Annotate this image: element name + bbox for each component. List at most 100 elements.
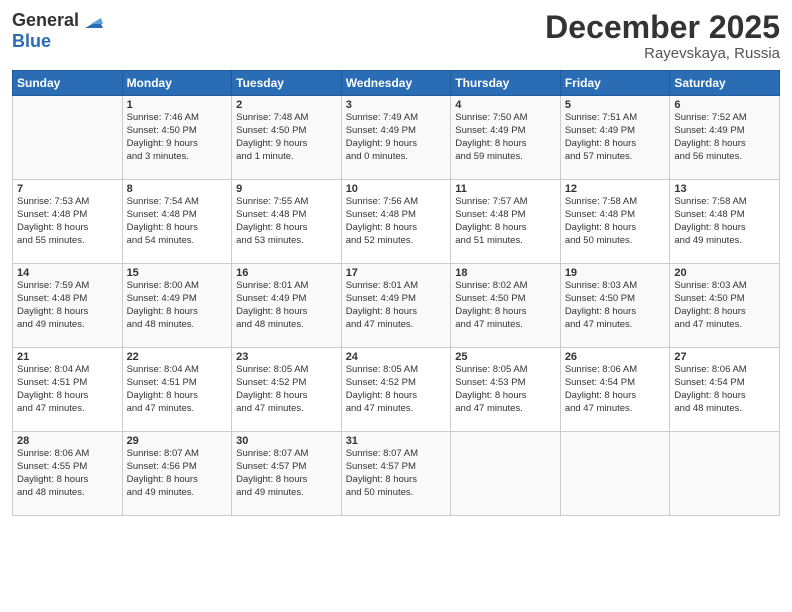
cell-line: and 51 minutes. bbox=[455, 235, 556, 248]
day-number: 10 bbox=[346, 183, 447, 195]
cell-line: Daylight: 8 hours bbox=[565, 138, 666, 151]
cell-line: Sunrise: 8:06 AM bbox=[17, 448, 118, 461]
cell-line: Sunrise: 8:07 AM bbox=[236, 448, 337, 461]
cell-line: and 47 minutes. bbox=[236, 403, 337, 416]
location: Rayevskaya, Russia bbox=[545, 45, 780, 62]
cell-line: Sunset: 4:50 PM bbox=[565, 293, 666, 306]
cell-line: Sunset: 4:48 PM bbox=[455, 209, 556, 222]
cell-line: Sunrise: 7:57 AM bbox=[455, 196, 556, 209]
cell-line: Sunrise: 7:51 AM bbox=[565, 112, 666, 125]
cell-line: Sunrise: 8:04 AM bbox=[127, 364, 228, 377]
calendar-cell: 14Sunrise: 7:59 AMSunset: 4:48 PMDayligh… bbox=[13, 264, 123, 348]
calendar-week-2: 7Sunrise: 7:53 AMSunset: 4:48 PMDaylight… bbox=[13, 180, 780, 264]
cell-line: Sunset: 4:50 PM bbox=[127, 125, 228, 138]
cell-content: Sunrise: 7:48 AMSunset: 4:50 PMDaylight:… bbox=[236, 112, 337, 163]
day-number: 27 bbox=[674, 351, 775, 363]
logo: General Blue bbox=[12, 10, 103, 52]
logo-blue-text: Blue bbox=[12, 32, 103, 52]
cell-line: Daylight: 8 hours bbox=[455, 306, 556, 319]
cell-line: Sunrise: 7:53 AM bbox=[17, 196, 118, 209]
cell-line: Sunset: 4:49 PM bbox=[674, 125, 775, 138]
cell-line: Sunrise: 7:52 AM bbox=[674, 112, 775, 125]
cell-line: Sunset: 4:48 PM bbox=[127, 209, 228, 222]
cell-line: and 49 minutes. bbox=[17, 319, 118, 332]
cell-line: Sunset: 4:50 PM bbox=[236, 125, 337, 138]
cell-line: Daylight: 8 hours bbox=[236, 390, 337, 403]
logo-icon bbox=[81, 10, 103, 32]
day-number: 23 bbox=[236, 351, 337, 363]
cell-content: Sunrise: 8:07 AMSunset: 4:57 PMDaylight:… bbox=[236, 448, 337, 499]
cell-line: Sunset: 4:50 PM bbox=[455, 293, 556, 306]
cell-content: Sunrise: 7:49 AMSunset: 4:49 PMDaylight:… bbox=[346, 112, 447, 163]
cell-line: Sunset: 4:49 PM bbox=[346, 293, 447, 306]
cell-line: Sunrise: 7:59 AM bbox=[17, 280, 118, 293]
cell-line: Sunrise: 8:03 AM bbox=[565, 280, 666, 293]
calendar-cell: 10Sunrise: 7:56 AMSunset: 4:48 PMDayligh… bbox=[341, 180, 451, 264]
cell-line: Sunrise: 7:54 AM bbox=[127, 196, 228, 209]
cell-line: and 49 minutes. bbox=[674, 235, 775, 248]
cell-line: and 52 minutes. bbox=[346, 235, 447, 248]
cell-line: Daylight: 8 hours bbox=[236, 474, 337, 487]
calendar-cell: 12Sunrise: 7:58 AMSunset: 4:48 PMDayligh… bbox=[560, 180, 670, 264]
cell-content: Sunrise: 8:05 AMSunset: 4:52 PMDaylight:… bbox=[346, 364, 447, 415]
cell-content: Sunrise: 8:05 AMSunset: 4:53 PMDaylight:… bbox=[455, 364, 556, 415]
cell-line: Sunset: 4:54 PM bbox=[565, 377, 666, 390]
calendar-cell: 5Sunrise: 7:51 AMSunset: 4:49 PMDaylight… bbox=[560, 96, 670, 180]
cell-content: Sunrise: 8:05 AMSunset: 4:52 PMDaylight:… bbox=[236, 364, 337, 415]
calendar-cell: 9Sunrise: 7:55 AMSunset: 4:48 PMDaylight… bbox=[232, 180, 342, 264]
cell-line: Daylight: 8 hours bbox=[674, 306, 775, 319]
calendar-cell: 30Sunrise: 8:07 AMSunset: 4:57 PMDayligh… bbox=[232, 432, 342, 516]
cell-line: and 59 minutes. bbox=[455, 151, 556, 164]
calendar-cell: 13Sunrise: 7:58 AMSunset: 4:48 PMDayligh… bbox=[670, 180, 780, 264]
day-number: 7 bbox=[17, 183, 118, 195]
day-number: 21 bbox=[17, 351, 118, 363]
cell-line: and 47 minutes. bbox=[565, 403, 666, 416]
cell-line: Sunset: 4:49 PM bbox=[346, 125, 447, 138]
cell-line: and 47 minutes. bbox=[127, 403, 228, 416]
cell-line: Sunrise: 7:55 AM bbox=[236, 196, 337, 209]
calendar-cell: 26Sunrise: 8:06 AMSunset: 4:54 PMDayligh… bbox=[560, 348, 670, 432]
cell-line: Daylight: 8 hours bbox=[17, 306, 118, 319]
cell-line: Sunset: 4:56 PM bbox=[127, 461, 228, 474]
cell-line: and 50 minutes. bbox=[346, 487, 447, 500]
calendar-cell bbox=[13, 96, 123, 180]
calendar-cell: 7Sunrise: 7:53 AMSunset: 4:48 PMDaylight… bbox=[13, 180, 123, 264]
calendar-cell: 27Sunrise: 8:06 AMSunset: 4:54 PMDayligh… bbox=[670, 348, 780, 432]
cell-content: Sunrise: 8:06 AMSunset: 4:55 PMDaylight:… bbox=[17, 448, 118, 499]
day-number: 18 bbox=[455, 267, 556, 279]
cell-line: Daylight: 8 hours bbox=[346, 390, 447, 403]
cell-line: Sunset: 4:49 PM bbox=[565, 125, 666, 138]
cell-line: Sunset: 4:49 PM bbox=[236, 293, 337, 306]
cell-line: and 47 minutes. bbox=[455, 319, 556, 332]
page-container: General Blue December 2025 Rayevskaya, R… bbox=[0, 0, 792, 524]
cell-line: Daylight: 8 hours bbox=[17, 222, 118, 235]
weekday-header-tuesday: Tuesday bbox=[232, 71, 342, 96]
cell-line: and 1 minute. bbox=[236, 151, 337, 164]
calendar-table: SundayMondayTuesdayWednesdayThursdayFrid… bbox=[12, 70, 780, 516]
cell-line: Daylight: 8 hours bbox=[674, 138, 775, 151]
cell-line: and 50 minutes. bbox=[565, 235, 666, 248]
cell-line: and 48 minutes. bbox=[127, 319, 228, 332]
cell-line: Sunset: 4:51 PM bbox=[127, 377, 228, 390]
calendar-cell: 21Sunrise: 8:04 AMSunset: 4:51 PMDayligh… bbox=[13, 348, 123, 432]
cell-line: Sunrise: 8:07 AM bbox=[127, 448, 228, 461]
cell-line: Daylight: 8 hours bbox=[455, 138, 556, 151]
cell-line: and 57 minutes. bbox=[565, 151, 666, 164]
calendar-week-3: 14Sunrise: 7:59 AMSunset: 4:48 PMDayligh… bbox=[13, 264, 780, 348]
cell-line: and 53 minutes. bbox=[236, 235, 337, 248]
calendar-cell: 28Sunrise: 8:06 AMSunset: 4:55 PMDayligh… bbox=[13, 432, 123, 516]
cell-content: Sunrise: 7:53 AMSunset: 4:48 PMDaylight:… bbox=[17, 196, 118, 247]
day-number: 14 bbox=[17, 267, 118, 279]
weekday-header-row: SundayMondayTuesdayWednesdayThursdayFrid… bbox=[13, 71, 780, 96]
cell-line: Daylight: 8 hours bbox=[565, 390, 666, 403]
day-number: 6 bbox=[674, 99, 775, 111]
day-number: 20 bbox=[674, 267, 775, 279]
day-number: 3 bbox=[346, 99, 447, 111]
cell-line: Daylight: 8 hours bbox=[17, 390, 118, 403]
calendar-cell: 3Sunrise: 7:49 AMSunset: 4:49 PMDaylight… bbox=[341, 96, 451, 180]
cell-line: Sunrise: 8:01 AM bbox=[346, 280, 447, 293]
cell-line: Daylight: 8 hours bbox=[346, 306, 447, 319]
month-title: December 2025 bbox=[545, 10, 780, 45]
cell-content: Sunrise: 8:04 AMSunset: 4:51 PMDaylight:… bbox=[17, 364, 118, 415]
day-number: 4 bbox=[455, 99, 556, 111]
